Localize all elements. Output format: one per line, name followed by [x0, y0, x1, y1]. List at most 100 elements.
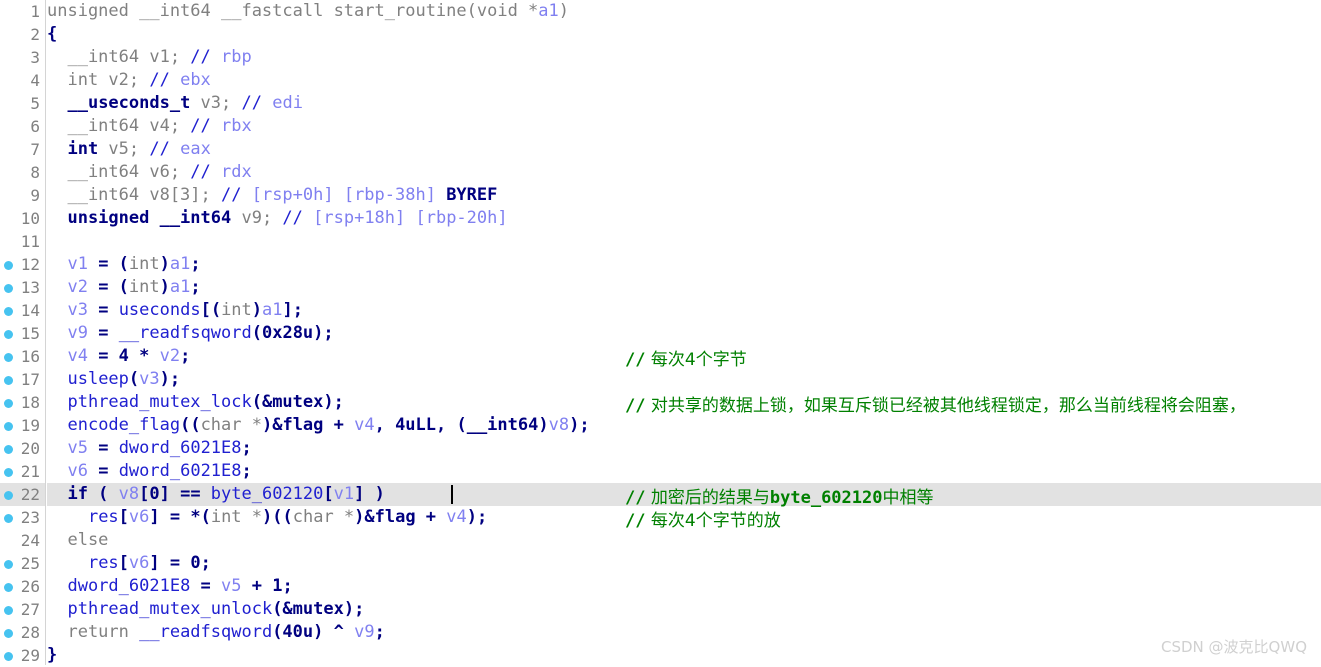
- breakpoint-dot[interactable]: [4, 491, 13, 500]
- code-line-15[interactable]: v9 = __readfsqword(0x28u);: [47, 322, 1321, 345]
- editor-gutter[interactable]: 1 2 3 4 5 6 7 8 9 10 11 12 13 14 15 16 1…: [0, 0, 46, 665]
- code-line-8[interactable]: __int64 v6; // rdx: [47, 161, 1321, 184]
- code-line-5[interactable]: __useconds_t v3; // edi: [47, 92, 1321, 115]
- gutter-row: 10: [0, 207, 45, 230]
- code-line-11[interactable]: [47, 230, 1321, 253]
- line-number: 3: [30, 48, 40, 67]
- code-line-4[interactable]: int v2; // ebx: [47, 69, 1321, 92]
- breakpoint-dot[interactable]: [4, 560, 13, 569]
- line-number: 7: [30, 140, 40, 159]
- gutter-row: 23: [0, 506, 45, 529]
- code-line-21[interactable]: v6 = dword_6021E8;: [47, 460, 1321, 483]
- csdn-watermark: CSDN @波克比QWQ: [1161, 638, 1307, 656]
- pseudocode-editor[interactable]: 1 2 3 4 5 6 7 8 9 10 11 12 13 14 15 16 1…: [0, 0, 1321, 665]
- line-number: 2: [30, 25, 40, 44]
- code-line-13[interactable]: v2 = (int)a1;: [47, 276, 1321, 299]
- breakpoint-dot[interactable]: [4, 284, 13, 293]
- line-number: 27: [20, 600, 40, 619]
- line-number: 24: [20, 531, 40, 550]
- gutter-row: 3: [0, 46, 45, 69]
- line-number: 14: [20, 301, 40, 320]
- line-number: 21: [20, 462, 40, 481]
- breakpoint-dot[interactable]: [4, 422, 13, 431]
- gutter-row: 19: [0, 414, 45, 437]
- code-line-2[interactable]: {: [47, 23, 1321, 46]
- breakpoint-dot[interactable]: [4, 307, 13, 316]
- comment-text-after: 中相等: [882, 488, 934, 508]
- breakpoint-dot[interactable]: [4, 583, 13, 592]
- line-number: 28: [20, 623, 40, 642]
- code-line-28[interactable]: return __readfsqword(40u) ^ v9;: [47, 621, 1321, 644]
- breakpoint-dot[interactable]: [4, 652, 13, 661]
- code-line-6[interactable]: __int64 v4; // rbx: [47, 115, 1321, 138]
- line-number: 17: [20, 370, 40, 389]
- line-number: 20: [20, 439, 40, 458]
- gutter-row: 15: [0, 322, 45, 345]
- line-number: 4: [30, 71, 40, 90]
- code-line-24[interactable]: else: [47, 529, 1321, 552]
- line-number: 12: [20, 255, 40, 274]
- breakpoint-dot[interactable]: [4, 629, 13, 638]
- gutter-row: 7: [0, 138, 45, 161]
- gutter-row: 14: [0, 299, 45, 322]
- breakpoint-dot[interactable]: [4, 261, 13, 270]
- line-number: 16: [20, 347, 40, 366]
- code-line-14[interactable]: v3 = useconds[(int)a1];: [47, 299, 1321, 322]
- breakpoint-dot[interactable]: [4, 353, 13, 362]
- line-number: 6: [30, 117, 40, 136]
- gutter-row: 24: [0, 529, 45, 552]
- line-number: 11: [20, 232, 40, 251]
- gutter-row: 26: [0, 575, 45, 598]
- code-line-3[interactable]: __int64 v1; // rbp: [47, 46, 1321, 69]
- code-line-9[interactable]: __int64 v8[3]; // [rsp+0h] [rbp-38h] BYR…: [47, 184, 1321, 207]
- code-line-20[interactable]: v5 = dword_6021E8;: [47, 437, 1321, 460]
- gutter-row: 18: [0, 391, 45, 414]
- gutter-row: 4: [0, 69, 45, 92]
- gutter-row: 17: [0, 368, 45, 391]
- breakpoint-dot[interactable]: [4, 606, 13, 615]
- code-line-29[interactable]: }: [47, 644, 1321, 667]
- line-number: 19: [20, 416, 40, 435]
- code-line-19[interactable]: encode_flag((char *)&flag + v4, 4uLL, (_…: [47, 414, 1321, 437]
- line-number: 15: [20, 324, 40, 343]
- gutter-row: 21: [0, 460, 45, 483]
- breakpoint-dot[interactable]: [4, 376, 13, 385]
- breakpoint-dot[interactable]: [4, 445, 13, 454]
- comment-text-before: 加密后的结果与: [650, 488, 770, 508]
- gutter-row: 1: [0, 0, 45, 23]
- code-area[interactable]: unsigned __int64 __fastcall start_routin…: [47, 0, 1321, 665]
- gutter-row: 16: [0, 345, 45, 368]
- breakpoint-dot[interactable]: [4, 399, 13, 408]
- text-caret: [451, 485, 453, 504]
- gutter-row: 29: [0, 644, 45, 667]
- code-line-25[interactable]: res[v6] = 0;: [47, 552, 1321, 575]
- gutter-row: 20: [0, 437, 45, 460]
- code-line-1[interactable]: unsigned __int64 __fastcall start_routin…: [47, 0, 1321, 23]
- comment-line-22[interactable]: // 加密后的结果与byte_602120中相等: [625, 483, 933, 508]
- line-number: 25: [20, 554, 40, 573]
- code-line-10[interactable]: unsigned __int64 v9; // [rsp+18h] [rbp-2…: [47, 207, 1321, 230]
- comment-text: 对共享的数据上锁，如果互斥锁已经被其他线程锁定，那么当前线程将会阻塞，: [650, 396, 1246, 416]
- breakpoint-dot[interactable]: [4, 330, 13, 339]
- line-number: 23: [20, 508, 40, 527]
- code-line-7[interactable]: int v5; // eax: [47, 138, 1321, 161]
- line-number: 29: [20, 646, 40, 665]
- breakpoint-dot[interactable]: [4, 468, 13, 477]
- gutter-row-active: 22: [0, 483, 45, 506]
- comment-line-16[interactable]: // 每次4个字节: [625, 345, 747, 370]
- breakpoint-dot[interactable]: [4, 514, 13, 523]
- gutter-row: 12: [0, 253, 45, 276]
- gutter-row: 27: [0, 598, 45, 621]
- comment-text: 每次4个字节的放: [650, 511, 781, 531]
- code-line-27[interactable]: pthread_mutex_unlock(&mutex);: [47, 598, 1321, 621]
- gutter-row: 2: [0, 23, 45, 46]
- gutter-row: 28: [0, 621, 45, 644]
- gutter-row: 9: [0, 184, 45, 207]
- code-line-12[interactable]: v1 = (int)a1;: [47, 253, 1321, 276]
- comment-line-18[interactable]: // 对共享的数据上锁，如果互斥锁已经被其他线程锁定，那么当前线程将会阻塞，: [625, 391, 1246, 416]
- code-line-17[interactable]: usleep(v3);: [47, 368, 1321, 391]
- gutter-row: 8: [0, 161, 45, 184]
- gutter-row: 6: [0, 115, 45, 138]
- comment-line-23[interactable]: // 每次4个字节的放: [625, 506, 781, 531]
- code-line-26[interactable]: dword_6021E8 = v5 + 1;: [47, 575, 1321, 598]
